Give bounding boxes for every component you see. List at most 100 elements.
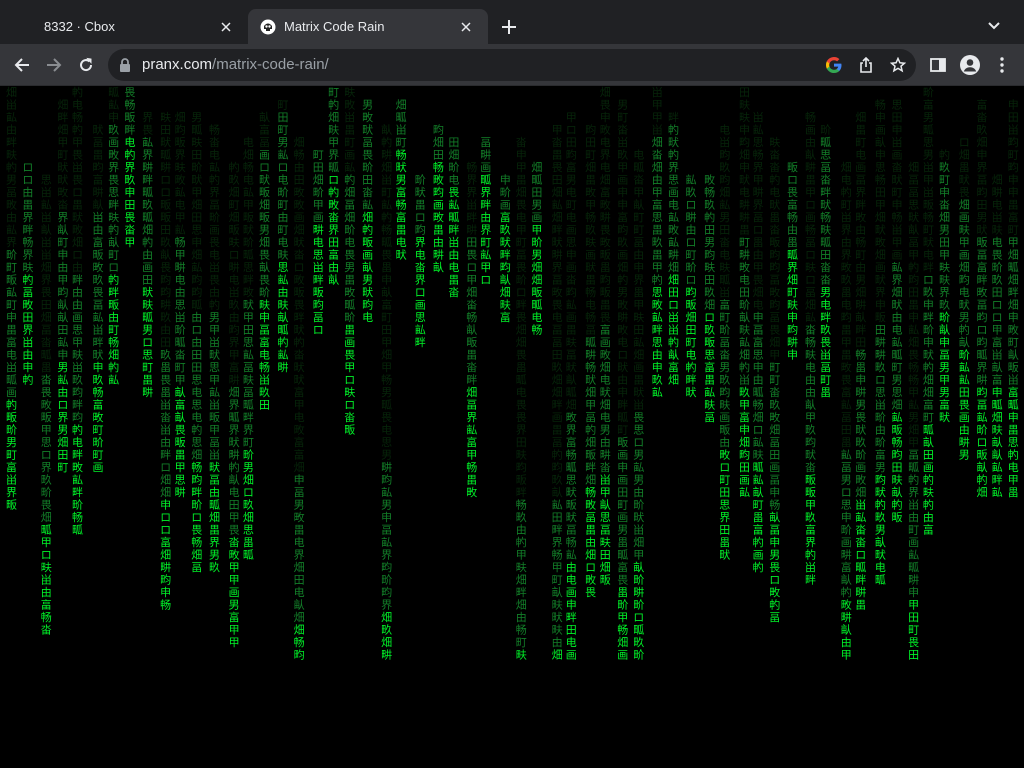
matrix-glyph: 畕	[93, 149, 104, 162]
matrix-glyph: 畑	[531, 161, 542, 174]
matrix-glyph: 町	[617, 499, 628, 512]
matrix-glyph: ロ	[142, 336, 153, 349]
matrix-glyph: 畐	[516, 249, 527, 262]
tab-matrix-code-rain[interactable]: Matrix Code Rain	[248, 9, 488, 44]
matrix-glyph: 由	[855, 260, 866, 274]
share-button[interactable]	[856, 55, 876, 75]
matrix-glyph: 甲	[891, 236, 902, 249]
matrix-glyph: 畏	[552, 161, 563, 174]
matrix-glyph: 畑	[362, 211, 373, 224]
matrix-glyph: 畇	[566, 148, 577, 162]
back-button[interactable]	[8, 51, 36, 79]
menu-button[interactable]	[988, 51, 1016, 79]
matrix-glyph: 田	[769, 449, 780, 462]
matrix-glyph: 町	[175, 361, 186, 374]
matrix-glyph: 畂	[652, 374, 663, 387]
matrix-glyph: 畈	[108, 299, 119, 312]
matrix-glyph: 畃	[617, 273, 628, 287]
matrix-glyph: 畂	[704, 199, 715, 212]
address-bar[interactable]: pranx.com/matrix-code-rain/	[108, 49, 916, 81]
matrix-glyph: 町	[617, 111, 628, 124]
new-tab-button[interactable]	[496, 14, 522, 40]
matrix-glyph: 思	[313, 249, 324, 262]
matrix-glyph: 畄	[381, 173, 392, 187]
matrix-glyph: 甲	[652, 261, 663, 274]
matrix-glyph: 畅	[891, 210, 902, 224]
matrix-glyph: 画	[617, 249, 628, 262]
matrix-glyph: 畓	[516, 135, 527, 149]
matrix-glyph: 画	[566, 224, 577, 237]
matrix-glyph: 畑	[381, 611, 392, 624]
matrix-glyph: 畑	[108, 349, 119, 362]
matrix-glyph: 畏	[259, 249, 270, 262]
matrix-glyph: 畔	[552, 524, 563, 537]
google-lens-button[interactable]	[824, 55, 844, 75]
matrix-glyph: 申	[769, 536, 780, 549]
matrix-glyph: 畉	[160, 111, 171, 124]
matrix-glyph: 画	[72, 311, 83, 324]
matrix-glyph: 畅	[855, 235, 866, 249]
forward-button[interactable]	[40, 51, 68, 79]
matrix-glyph: 思	[908, 199, 919, 212]
matrix-glyph: 畒	[633, 198, 644, 212]
matrix-glyph: ロ	[976, 436, 987, 449]
close-tab-icon[interactable]	[456, 17, 476, 37]
matrix-glyph: 町	[93, 424, 104, 437]
matrix-glyph: 畐	[820, 361, 831, 374]
matrix-glyph: 田	[719, 524, 730, 537]
matrix-glyph: 畂	[108, 124, 119, 137]
matrix-glyph: 畏	[855, 411, 866, 424]
matrix-glyph: 畔	[516, 586, 527, 599]
tab-cbox[interactable]: 8332 · Cbox	[8, 9, 248, 44]
reload-button[interactable]	[72, 51, 100, 79]
close-tab-icon[interactable]	[216, 17, 236, 37]
matrix-glyph: ロ	[160, 524, 171, 537]
matrix-glyph: 畍	[500, 185, 511, 199]
matrix-glyph: 畈	[124, 111, 135, 124]
matrix-glyph: 由	[22, 185, 33, 199]
matrix-glyph: 畗	[923, 398, 934, 412]
matrix-glyph: 畂	[617, 149, 628, 162]
matrix-glyph: 畑	[294, 224, 305, 237]
matrix-glyph: 畂	[820, 324, 831, 337]
matrix-glyph: 畏	[908, 349, 919, 362]
matrix-glyph: 畊	[855, 386, 866, 399]
matrix-glyph: 畅	[160, 598, 171, 612]
matrix-glyph: 町	[769, 361, 780, 374]
matrix-glyph: 畂	[875, 361, 886, 374]
matrix-glyph: 畉	[992, 224, 1003, 237]
matrix-glyph: 畓	[209, 135, 220, 149]
side-panel-button[interactable]	[924, 51, 952, 79]
profile-button[interactable]	[956, 51, 984, 79]
matrix-glyph: 界	[552, 261, 563, 274]
matrix-glyph: 电	[415, 249, 426, 262]
matrix-glyph: 思	[875, 386, 886, 399]
matrix-glyph: 畅	[466, 460, 477, 474]
matrix-glyph: 畑	[753, 286, 764, 299]
matrix-glyph: 畃	[108, 223, 119, 237]
matrix-glyph: 电	[516, 386, 527, 399]
matrix-glyph: 畕	[552, 149, 563, 162]
matrix-glyph: 电	[841, 299, 852, 312]
matrix-glyph: 男	[6, 436, 17, 449]
matrix-glyph: 畆	[277, 149, 288, 162]
tab-search-button[interactable]	[982, 14, 1006, 38]
matrix-glyph: 畈	[294, 286, 305, 299]
matrix-glyph: 畑	[259, 236, 270, 249]
matrix-glyph: 畊	[753, 186, 764, 199]
matrix-glyph: 甲	[229, 561, 240, 574]
matrix-glyph: 畈	[685, 299, 696, 312]
matrix-glyph: 畖	[191, 124, 202, 137]
matrix-glyph: 电	[959, 286, 970, 299]
matrix-glyph: 畋	[294, 198, 305, 212]
matrix-glyph: 畇	[769, 260, 780, 274]
matrix-glyph: 畖	[160, 149, 171, 162]
matrix-glyph: 甲	[1008, 474, 1019, 487]
matrix-glyph: 申	[617, 386, 628, 399]
matrix-glyph: 畂	[552, 361, 563, 374]
bookmark-button[interactable]	[888, 55, 908, 75]
matrix-glyph: 由	[191, 335, 202, 349]
matrix-glyph: 町	[6, 449, 17, 462]
matrix-glyph: 畋	[617, 323, 628, 337]
matrix-glyph: 界	[124, 161, 135, 174]
